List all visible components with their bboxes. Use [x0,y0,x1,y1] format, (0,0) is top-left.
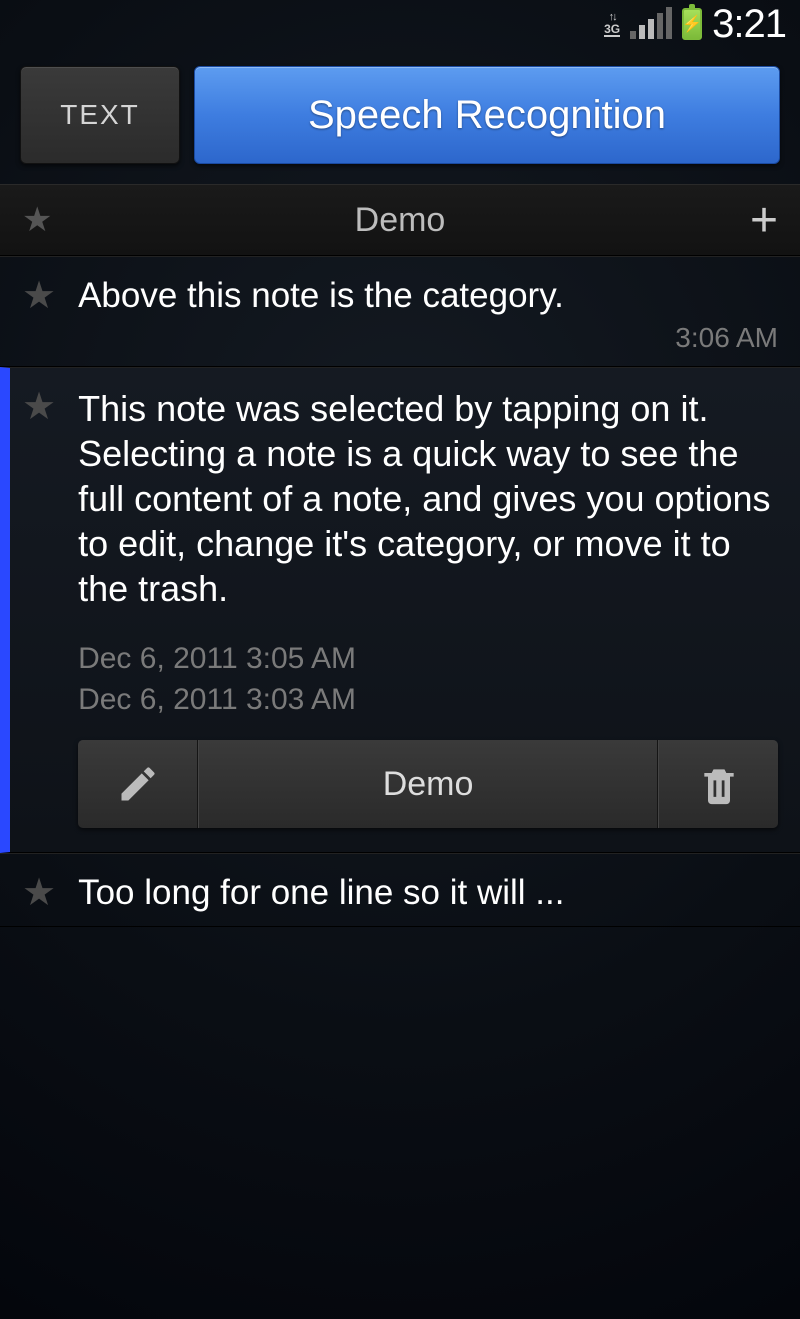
note-item-selected[interactable]: ★ This note was selected by tapping on i… [0,367,800,853]
add-note-button[interactable]: + [734,193,778,248]
timestamp-created: Dec 6, 2011 3:03 AM [78,680,778,721]
trash-icon [697,762,741,806]
category-header[interactable]: ★ Demo + [0,184,800,256]
star-icon[interactable]: ★ [22,386,56,828]
battery-icon [682,8,702,40]
star-icon[interactable]: ★ [22,275,56,354]
note-timestamps: Dec 6, 2011 3:05 AM Dec 6, 2011 3:03 AM [78,639,778,720]
category-button[interactable]: Demo [198,740,658,828]
signal-icon [630,9,672,39]
note-text: Too long for one line so it will ... [78,872,778,913]
note-item[interactable]: ★ Too long for one line so it will ... [0,853,800,926]
status-bar: 3G 3:21 [0,0,800,48]
mode-tabbar: TEXT Speech Recognition [0,48,800,184]
note-item[interactable]: ★ Above this note is the category. 3:06 … [0,256,800,367]
star-icon[interactable]: ★ [22,872,56,913]
tab-speech-recognition[interactable]: Speech Recognition [194,66,780,164]
tab-text[interactable]: TEXT [20,66,180,164]
category-title: Demo [66,201,734,240]
pencil-icon [116,762,160,806]
delete-button[interactable] [658,740,778,828]
network-3g-icon: 3G [604,12,620,37]
timestamp-modified: Dec 6, 2011 3:05 AM [78,639,778,680]
edit-button[interactable] [78,740,198,828]
note-timestamp: 3:06 AM [78,322,778,354]
note-text: Above this note is the category. [78,275,778,316]
star-icon[interactable]: ★ [22,200,66,240]
note-action-bar: Demo [78,740,778,828]
note-text: This note was selected by tapping on it.… [78,386,778,611]
status-clock: 3:21 [712,2,786,47]
